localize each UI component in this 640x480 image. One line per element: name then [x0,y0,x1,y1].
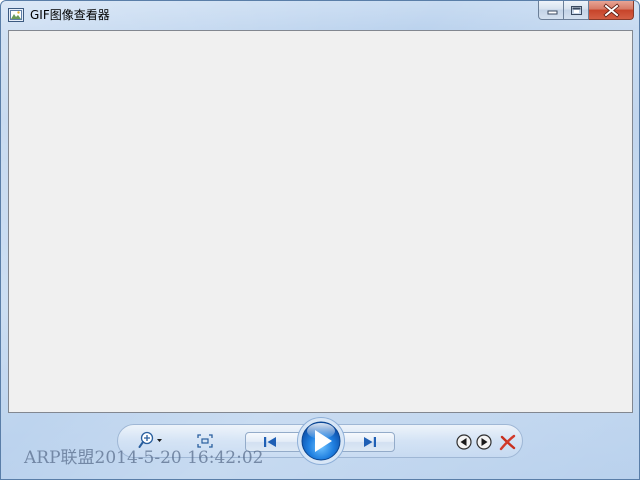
play-button[interactable] [296,416,346,466]
maximize-icon [571,6,582,15]
minimize-button[interactable] [538,1,564,20]
close-icon [603,3,620,18]
rotate-left-icon [456,434,472,450]
watermark-text: ARP联盟2014-5-20 16:42:02 [24,448,264,468]
caption-buttons [538,1,634,21]
image-display-area[interactable] [8,30,633,413]
rotate-right-button[interactable] [476,434,492,450]
app-icon[interactable] [8,7,24,22]
title-bar[interactable]: GIF图像查看器 [1,1,639,29]
next-icon [364,437,376,447]
rotate-right-icon [476,434,492,450]
play-icon [297,417,345,465]
window-title: GIF图像查看器 [30,8,110,22]
minimize-icon [547,10,558,15]
main-window: GIF图像查看器 [0,0,640,480]
rotate-left-button[interactable] [456,434,472,450]
delete-button[interactable] [499,433,517,451]
delete-icon [499,434,516,451]
next-button[interactable] [358,434,382,450]
close-button[interactable] [589,1,634,20]
maximize-button[interactable] [564,1,589,20]
